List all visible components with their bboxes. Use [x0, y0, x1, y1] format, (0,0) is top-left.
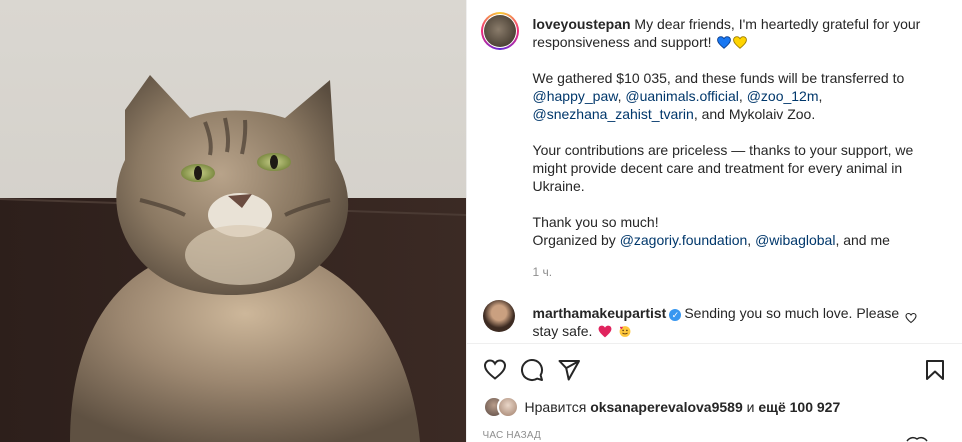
commenter-username[interactable]: marthamakeupartist: [533, 305, 667, 321]
bookmark-icon: [925, 360, 944, 380]
liker-username[interactable]: oksanaperevalova9589: [590, 399, 743, 415]
caption-p4-line2: Organized by: [532, 232, 616, 248]
emoji-icon[interactable]: [905, 436, 928, 442]
post-photo[interactable]: [0, 0, 466, 442]
post-actions-bar: [467, 352, 962, 388]
author-avatar-ring[interactable]: [480, 12, 519, 50]
caption-time[interactable]: 1 ч.: [533, 265, 553, 279]
smiling-face-with-hearts-emoji-icon: [619, 326, 631, 337]
save-button[interactable]: [923, 358, 947, 382]
post-timestamp[interactable]: ЧАС НАЗАД: [483, 430, 542, 441]
commenter-avatar[interactable]: [482, 300, 515, 332]
comment-row: marthamakeupartist ✓ Sending you so much l…: [467, 296, 962, 346]
red-heart-emoji-icon: [598, 325, 612, 338]
mention-link[interactable]: @uanimals.official: [625, 88, 739, 104]
author-username[interactable]: loveyoustepan: [533, 16, 631, 32]
mention-link[interactable]: @snezhana_zahist_tvarin: [533, 106, 694, 122]
caption-p2-tail: , and Mykolaiv Zoo.: [693, 106, 816, 122]
mention-link[interactable]: @zoo_12m: [747, 88, 819, 104]
caption-p4-tail: , and me: [835, 232, 890, 248]
verified-badge-icon: ✓: [669, 309, 682, 321]
divider: [466, 343, 962, 344]
comment-bubble-icon: [520, 359, 543, 381]
mention-link[interactable]: @zagoriy.foundation: [620, 232, 748, 248]
post-caption: loveyoustepan My dear friends, I'm heart…: [533, 15, 933, 267]
likes-middle: и: [746, 399, 755, 415]
author-avatar[interactable]: [483, 15, 516, 47]
comment-like-heart-icon[interactable]: [904, 312, 917, 324]
post-side-panel: loveyoustepan My dear friends, I'm heart…: [465, 0, 962, 442]
caption-p2: We gathered $10 035, and these funds wil…: [532, 70, 905, 86]
mention-link[interactable]: @happy_paw: [533, 88, 618, 104]
yellow-heart-emoji-icon: [733, 36, 748, 49]
comment-button[interactable]: [520, 358, 544, 382]
caption-p4-line1: Thank you so much!: [532, 214, 659, 230]
likes-prefix: Нравится: [524, 399, 587, 415]
paper-plane-icon: [558, 360, 580, 381]
caption-p3: Your contributions are priceless — thank…: [532, 142, 914, 194]
mention-link[interactable]: @wibaglobal: [755, 232, 835, 248]
caption-area: loveyoustepan My dear friends, I'm heart…: [467, 0, 962, 296]
heart-outline-icon: [483, 359, 506, 380]
likes-summary[interactable]: Нравится oksanaperevalova9589 и ещё 100 …: [482, 396, 840, 418]
comment-text-block: marthamakeupartist ✓ Sending you so much l…: [533, 304, 913, 340]
liker-avatar: [496, 396, 519, 418]
like-button[interactable]: [483, 358, 507, 382]
share-button[interactable]: [557, 358, 581, 382]
likes-others-count[interactable]: ещё 100 927: [758, 399, 840, 415]
blue-heart-emoji-icon: [717, 36, 732, 49]
cat-photo-illustration: [0, 0, 466, 442]
